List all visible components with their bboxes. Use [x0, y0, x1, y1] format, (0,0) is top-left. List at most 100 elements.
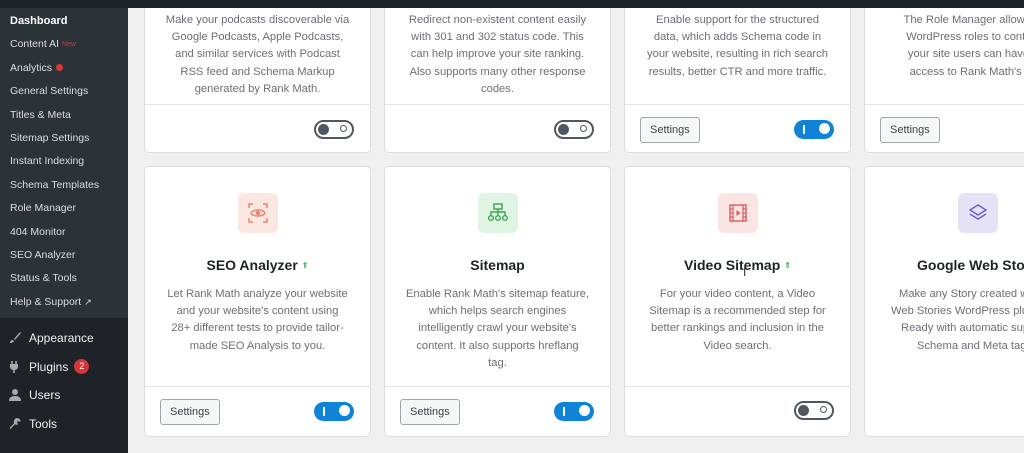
- module-toggle[interactable]: [314, 120, 354, 139]
- module-footer: Settings: [865, 104, 1024, 152]
- module-description: For your video content, a Video Sitemap …: [625, 286, 850, 355]
- desc-line: Google Podcasts, Apple Podcasts,: [171, 31, 344, 44]
- desc-line: Make any Story created w: [899, 288, 1024, 300]
- submenu-status-tools[interactable]: Status & Tools: [0, 267, 128, 290]
- notification-dot-icon: [56, 63, 64, 71]
- toggle-off-mark: [820, 406, 827, 413]
- toggle-knob: [798, 405, 809, 416]
- plug-icon: [8, 360, 22, 374]
- desc-line: data, which adds Schema code in: [653, 31, 822, 44]
- toggle-knob: [579, 405, 590, 416]
- module-title-text: SEO Analyzer: [206, 257, 298, 273]
- submenu-label: Sitemap Settings: [10, 131, 90, 144]
- menu-label: Appearance: [29, 331, 94, 345]
- submenu-label: Help & Support: [10, 295, 82, 308]
- desc-line: The Role Manager allows you: [903, 14, 1024, 26]
- desc-line: Video search.: [703, 339, 772, 352]
- module-toggle[interactable]: [314, 402, 354, 421]
- toggle-knob: [339, 405, 350, 416]
- desc-line: and similar services with Podcast: [175, 48, 340, 61]
- desc-line: content. It also supports hreflang: [416, 339, 579, 352]
- toggle-on-mark: [563, 407, 565, 416]
- submenu-label: SEO Analyzer: [10, 248, 76, 261]
- module-card-role-manager: The Role Manager allows you WordPress ro…: [864, 8, 1024, 153]
- desc-line: can help improve your site ranking.: [410, 48, 585, 61]
- admin-bar: [0, 0, 1024, 8]
- desc-line: generated by Rank Math.: [194, 82, 321, 95]
- menu-appearance[interactable]: Appearance: [0, 324, 128, 353]
- submenu-help-support[interactable]: Help & Support ↗: [0, 291, 128, 314]
- submenu-instant-indexing[interactable]: Instant Indexing: [0, 150, 128, 173]
- menu-label: Plugins: [29, 359, 69, 374]
- module-toggle[interactable]: [794, 120, 834, 139]
- desc-line: Web Stories WordPress plug: [891, 305, 1024, 318]
- module-card-schema: Enable support for the structured data, …: [624, 8, 851, 153]
- menu-plugins[interactable]: Plugins 2: [0, 353, 128, 382]
- submenu-general-settings[interactable]: General Settings: [0, 80, 128, 103]
- menu-tools[interactable]: Tools: [0, 410, 128, 439]
- module-title: Sitemap: [385, 257, 610, 273]
- module-description: Make any Story created w Web Stories Wor…: [865, 286, 1024, 355]
- menu-label: Tools: [29, 416, 58, 431]
- desc-line: access to Rank Math's setti: [909, 65, 1024, 78]
- submenu-titles-meta[interactable]: Titles & Meta: [0, 104, 128, 127]
- submenu-schema-templates[interactable]: Schema Templates: [0, 174, 128, 197]
- module-footer: [625, 386, 850, 436]
- desc-line: Enable Rank Math's sitemap feature,: [405, 288, 590, 300]
- desc-line: Ready with automatic supp: [901, 322, 1024, 335]
- module-title: Video Sitemap ⇑: [625, 257, 850, 273]
- submenu-label: Content AI: [10, 38, 60, 51]
- module-toggle[interactable]: [554, 120, 594, 139]
- module-title: SEO Analyzer ⇑: [145, 257, 370, 273]
- desc-line: codes.: [481, 82, 514, 95]
- modules-grid: Make your podcasts discoverable via Goog…: [128, 8, 1024, 453]
- settings-button[interactable]: Settings: [880, 117, 940, 143]
- settings-button[interactable]: Settings: [640, 117, 700, 143]
- submenu-label: Status & Tools: [10, 272, 77, 285]
- submenu-404-monitor[interactable]: 404 Monitor: [0, 221, 128, 244]
- desc-line: intelligently crawl your website's: [418, 322, 577, 335]
- desc-line: results, better CTR and more traffic.: [648, 65, 827, 78]
- module-footer: [385, 104, 610, 152]
- module-footer: Settings: [625, 104, 850, 152]
- submenu-role-manager[interactable]: Role Manager: [0, 197, 128, 220]
- text-cursor-icon: I: [743, 265, 747, 279]
- desc-line: better rankings and inclusion in the: [651, 322, 824, 335]
- desc-line: your website, resulting in rich search: [647, 48, 828, 61]
- external-link-icon: ↗: [84, 296, 92, 307]
- stack-layers-icon: [958, 193, 998, 233]
- desc-line: and your website's content using: [176, 305, 339, 318]
- wrench-icon: [8, 417, 22, 431]
- module-footer: Settings: [385, 386, 610, 436]
- module-toggle[interactable]: [794, 401, 834, 420]
- module-card-google-web-stories: Google Web Stories Make any Story create…: [864, 166, 1024, 437]
- submenu-dashboard[interactable]: Dashboard: [0, 10, 128, 33]
- desc-line: which helps search engines: [428, 305, 567, 318]
- rank-math-submenu: Dashboard Content AI New Analytics Genera…: [0, 8, 128, 318]
- menu-label: Users: [29, 388, 61, 402]
- settings-button[interactable]: Settings: [400, 399, 460, 425]
- submenu-label: Schema Templates: [10, 178, 100, 191]
- submenu-sitemap-settings[interactable]: Sitemap Settings: [0, 127, 128, 150]
- settings-button[interactable]: Settings: [160, 399, 220, 425]
- eye-scan-icon: [238, 193, 278, 233]
- module-toggle[interactable]: [554, 402, 594, 421]
- desc-line: made SEO Analysis to you.: [189, 339, 326, 352]
- submenu-label: General Settings: [10, 85, 89, 98]
- desc-line: For your video content, a Video: [659, 288, 816, 300]
- module-description: Enable support for the structured data, …: [625, 12, 850, 81]
- upgrade-arrow-icon: ⇑: [784, 261, 791, 270]
- menu-users[interactable]: Users: [0, 381, 128, 410]
- module-card-redirections: Redirect non-existent content easily wit…: [384, 8, 611, 153]
- submenu-analytics[interactable]: Analytics: [0, 57, 128, 80]
- module-card-podcast: Make your podcasts discoverable via Goog…: [144, 8, 371, 153]
- submenu-content-ai[interactable]: Content AI New: [0, 33, 128, 56]
- desc-line: Let Rank Math analyze your website: [167, 288, 348, 300]
- desc-line: your site users can have edi: [907, 48, 1024, 61]
- desc-line: Sitemap is a recommended step for: [649, 305, 826, 318]
- toggle-on-mark: [803, 125, 805, 134]
- desc-line: Make your podcasts discoverable via: [165, 14, 350, 26]
- desc-line: RSS feed and Schema Markup: [180, 65, 335, 78]
- desc-line: with 301 and 302 status code. This: [411, 31, 584, 44]
- submenu-seo-analyzer[interactable]: SEO Analyzer: [0, 244, 128, 267]
